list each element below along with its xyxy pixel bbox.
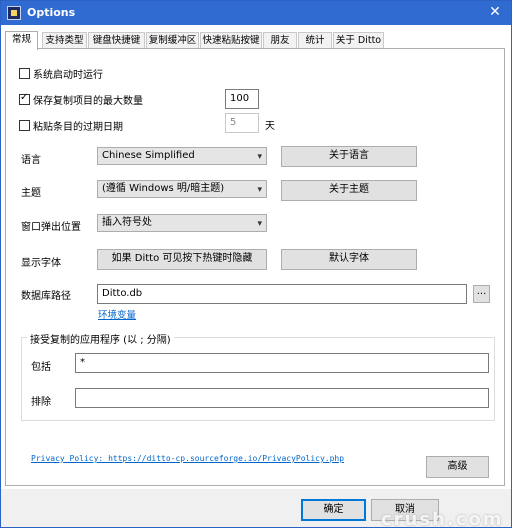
expire-unit-label: 天 <box>265 121 275 132</box>
checkbox-box[interactable] <box>19 68 30 79</box>
about-language-button[interactable]: 关于语言 <box>281 146 417 167</box>
language-select[interactable]: Chinese Simplified ▾ <box>97 147 267 165</box>
tab-supported-types[interactable]: 支持类型 <box>42 32 87 48</box>
expire-days-input[interactable]: 5 <box>225 113 259 133</box>
watermark: crush.com <box>381 509 504 530</box>
tab-keyboard-shortcuts[interactable]: 键盘快捷键 <box>88 32 145 48</box>
font-button[interactable]: 如果 Ditto 可见按下热键时隐藏 <box>97 249 267 270</box>
ditto-app-icon <box>7 6 21 20</box>
tab-general[interactable]: 常规 <box>5 31 38 50</box>
language-selected-value: Chinese Simplified <box>102 150 195 161</box>
close-icon[interactable]: ✕ <box>487 4 503 20</box>
about-theme-button[interactable]: 关于主题 <box>281 180 417 201</box>
options-window: Options ✕ 常规 支持类型 键盘快捷键 复制缓冲区 快速粘贴按键 朋友 … <box>0 0 512 530</box>
tab-copy-buffers[interactable]: 复制缓冲区 <box>146 32 199 48</box>
start-on-boot-label: 系统启动时运行 <box>33 70 103 81</box>
browse-button[interactable]: ... <box>473 285 490 303</box>
max-items-checkbox[interactable]: 保存复制项目的最大数量 <box>19 92 143 107</box>
db-path-input[interactable]: Ditto.db <box>97 284 467 304</box>
max-items-label: 保存复制项目的最大数量 <box>33 96 143 107</box>
start-on-boot-checkbox[interactable]: 系统启动时运行 <box>19 66 103 81</box>
advanced-button[interactable]: 高级 <box>426 456 489 478</box>
expire-label: 粘贴条目的过期日期 <box>33 122 123 133</box>
popup-position-selected-value: 插入符号处 <box>102 217 152 228</box>
tab-friends[interactable]: 朋友 <box>263 32 297 48</box>
privacy-policy-link[interactable]: Privacy Policy: https://ditto-cp.sourcef… <box>31 454 344 463</box>
theme-label: 主题 <box>21 188 41 199</box>
ok-button[interactable]: 确定 <box>301 499 366 521</box>
include-label: 包括 <box>31 362 51 373</box>
accept-apps-title: 接受复制的应用程序 (以 ; 分隔) <box>27 331 174 346</box>
theme-select[interactable]: (遵循 Windows 明/暗主题) ▾ <box>97 180 267 198</box>
expire-checkbox[interactable]: 粘贴条目的过期日期 <box>19 118 123 133</box>
include-apps-input[interactable]: * <box>75 353 489 373</box>
max-items-input[interactable]: 100 <box>225 89 259 109</box>
chevron-down-icon: ▾ <box>257 152 262 162</box>
checkbox-box[interactable] <box>19 120 30 131</box>
exclude-label: 排除 <box>31 397 51 408</box>
chevron-down-icon: ▾ <box>257 219 262 229</box>
tab-stats[interactable]: 统计 <box>298 32 332 48</box>
chevron-down-icon: ▾ <box>257 185 262 195</box>
language-label: 语言 <box>21 155 41 166</box>
display-font-label: 显示字体 <box>21 258 61 269</box>
tab-quick-paste-keys[interactable]: 快速粘贴按键 <box>200 32 262 48</box>
title-bar[interactable]: Options ✕ <box>1 1 511 25</box>
popup-position-select[interactable]: 插入符号处 ▾ <box>97 214 267 232</box>
accept-apps-group <box>21 337 495 421</box>
popup-position-label: 窗口弹出位置 <box>21 222 81 233</box>
theme-selected-value: (遵循 Windows 明/暗主题) <box>102 183 225 194</box>
environment-variables-link[interactable]: 环境变量 <box>98 307 136 321</box>
window-title: Options <box>27 6 76 19</box>
tab-about-ditto[interactable]: 关于 Ditto <box>333 32 384 48</box>
db-path-label: 数据库路径 <box>21 291 71 302</box>
checkbox-box-checked[interactable] <box>19 92 30 105</box>
exclude-apps-input[interactable] <box>75 388 489 408</box>
default-font-button[interactable]: 默认字体 <box>281 249 417 270</box>
